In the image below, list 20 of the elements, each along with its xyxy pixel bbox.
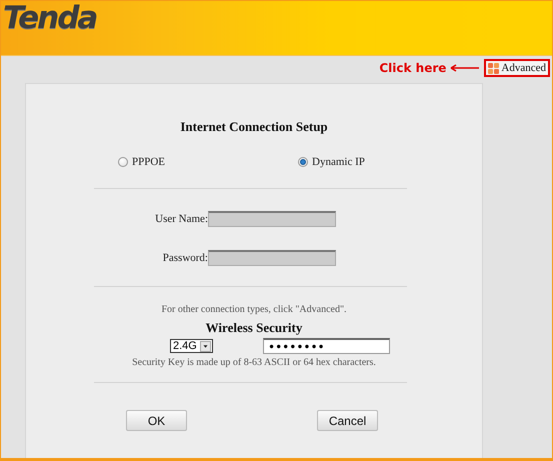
annotation-arrow [450, 64, 480, 72]
radio-button[interactable] [118, 157, 128, 167]
caret-icon [200, 340, 211, 352]
security-key-field[interactable]: •••••••• [263, 338, 390, 354]
advanced-link[interactable]: Advanced [484, 59, 550, 77]
dialog-button[interactable]: Cancel [317, 410, 378, 431]
field-label: User Name: [154, 213, 208, 225]
radio-button[interactable] [298, 157, 308, 167]
dialog-button[interactable]: OK [126, 410, 187, 431]
field-label: Password: [162, 252, 208, 264]
logo: Tenda [3, 3, 96, 34]
band-dropdown[interactable]: 2.4G [170, 339, 213, 353]
annotation-text: Click here [379, 61, 446, 75]
section-title: Wireless Security [204, 320, 304, 336]
note-text: For other connection types, click "Advanced". [160, 304, 348, 315]
panel-title: Internet Connection Setup [179, 119, 329, 135]
radio-label[interactable]: Dynamic IP [312, 156, 365, 168]
hint-text: Security Key is made up of 8-63 ASCII or 64 hex characters. [131, 357, 377, 368]
radio-label[interactable]: PPPOE [132, 156, 166, 168]
grid-icon [488, 62, 500, 74]
